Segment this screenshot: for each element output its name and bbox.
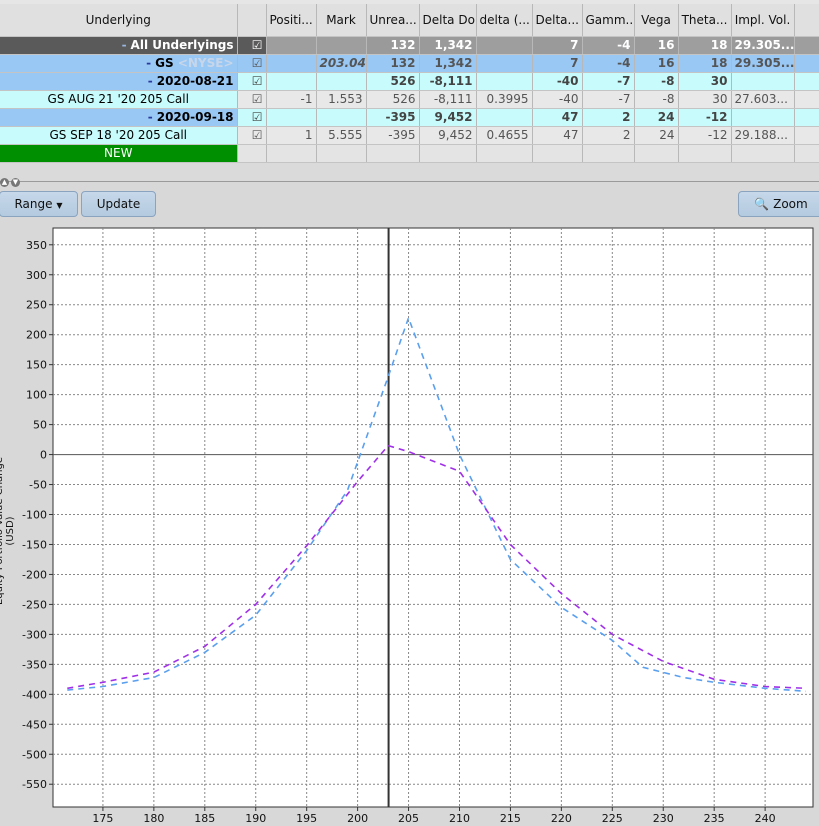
- x-tick-label: 185: [194, 812, 215, 825]
- x-tick-label: 225: [602, 812, 623, 825]
- x-tick-label: 205: [398, 812, 419, 825]
- y-tick-label: -200: [22, 568, 47, 581]
- x-tick-label: 240: [755, 812, 776, 825]
- y-tick-label: -550: [22, 778, 47, 791]
- y-tick-label: 50: [33, 419, 47, 432]
- pnl-chart[interactable]: 350 300 250 200 150 100 50 0 -50 -100 -150 -200 -250…: [0, 0, 819, 826]
- x-tick-label: 210: [449, 812, 470, 825]
- x-tick-label: 220: [551, 812, 572, 825]
- x-tick-label: 230: [653, 812, 674, 825]
- y-tick-label: -500: [22, 748, 47, 761]
- x-tick-label: 195: [296, 812, 317, 825]
- y-tick-label: -350: [22, 658, 47, 671]
- x-tick-label: 180: [143, 812, 164, 825]
- x-tick-label: 190: [245, 812, 266, 825]
- y-tick-label: -450: [22, 718, 47, 731]
- y-tick-label: 200: [26, 329, 47, 342]
- y-tick-label: -100: [22, 509, 47, 522]
- y-tick-label: -300: [22, 628, 47, 641]
- x-tick-label: 200: [347, 812, 368, 825]
- x-tick-label: 235: [704, 812, 725, 825]
- y-tick-label: 0: [40, 449, 47, 462]
- y-tick-label: 150: [26, 359, 47, 372]
- y-tick-label: 100: [26, 389, 47, 402]
- plot-area: [52, 227, 814, 808]
- x-tick-label: 175: [92, 812, 113, 825]
- y-tick-label: -250: [22, 598, 47, 611]
- y-tick-label: -150: [22, 538, 47, 551]
- y-tick-label: -400: [22, 688, 47, 701]
- y-tick-label: 300: [26, 269, 47, 282]
- y-tick-label: 350: [26, 239, 47, 252]
- y-tick-label: 250: [26, 299, 47, 312]
- y-tick-label: -50: [29, 479, 47, 492]
- x-tick-label: 215: [500, 812, 521, 825]
